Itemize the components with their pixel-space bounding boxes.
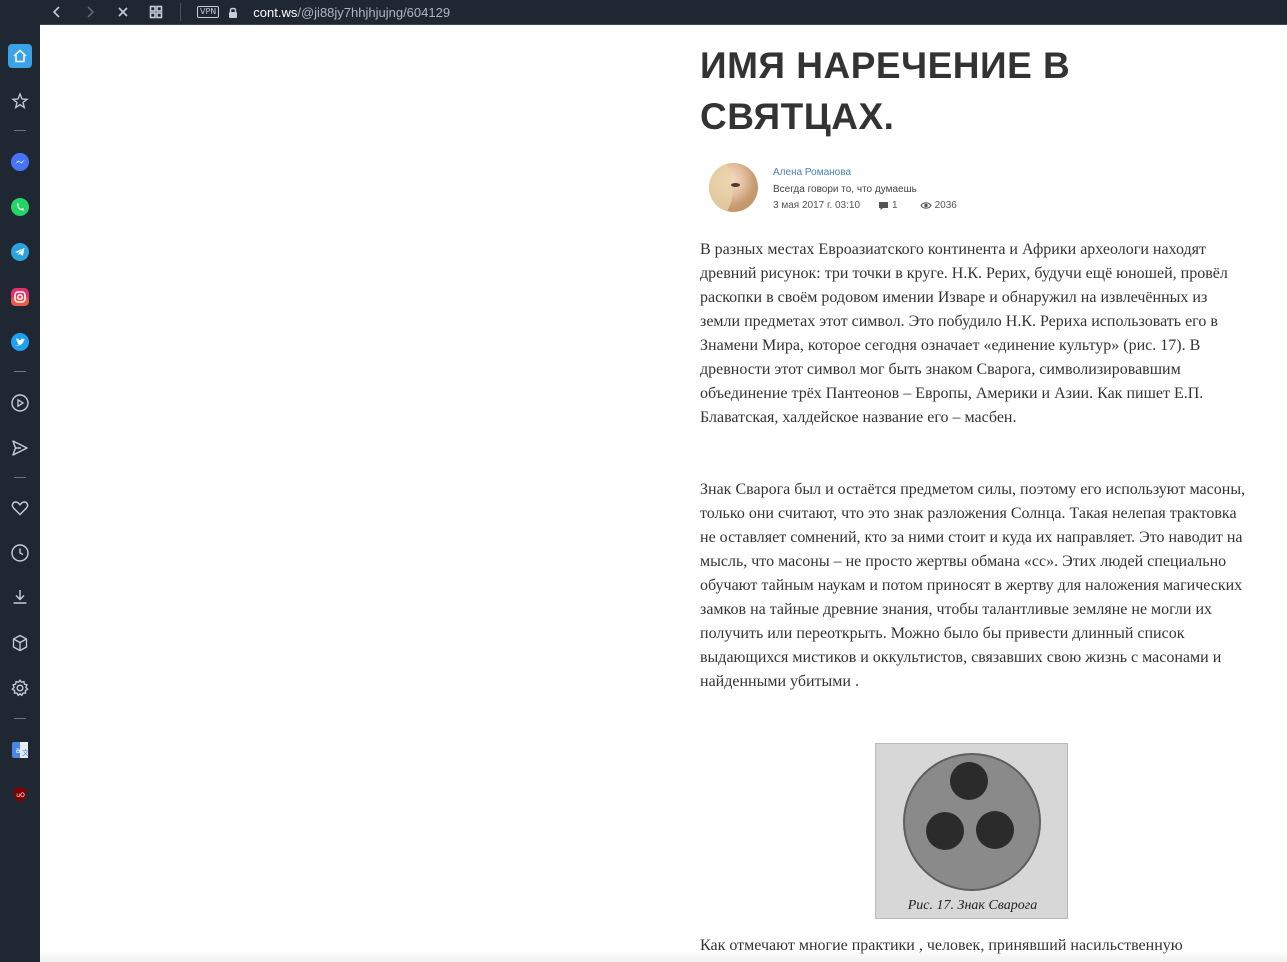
history-clock-icon[interactable] [8, 541, 32, 565]
sidebar-divider [14, 371, 26, 372]
avatar[interactable] [709, 163, 758, 212]
address-bar[interactable]: cont.ws/@ji88jy7hhjhjujng/604129 [253, 5, 450, 20]
back-button[interactable] [40, 0, 73, 25]
views-count: 2036 [919, 200, 957, 211]
article-title: ИМЯ НАРЕЧЕНИЕ В СВЯТЦАХ. [700, 45, 1071, 137]
browser-toolbar: VPN cont.ws/@ji88jy7hhjhjujng/604129 [40, 0, 1287, 25]
sidebar-divider [14, 477, 26, 478]
ublock-shield-icon[interactable]: uO [8, 783, 32, 807]
sidebar-divider [14, 718, 26, 719]
heart-icon[interactable] [8, 496, 32, 520]
author-tagline: Всегда говори то, что думаешь [773, 184, 917, 195]
comment-icon [879, 201, 889, 210]
browser-sidebar: a文 uO [0, 0, 40, 962]
three-dots-circle-image [903, 753, 1041, 891]
translate-icon[interactable]: a文 [8, 738, 32, 762]
grid-icon [149, 5, 162, 19]
bookmarks-star-icon[interactable] [8, 89, 32, 113]
author-name-link[interactable]: Алена Романова [773, 167, 851, 178]
messenger-icon[interactable] [8, 150, 32, 174]
author-block: Алена Романова Всегда говори то, что дум… [709, 163, 1109, 215]
article-paragraph: Знак Сварога был и остаётся предметом си… [700, 481, 1246, 690]
svg-text:文: 文 [22, 748, 29, 757]
url-path: /@ji88jy7hhjhjujng/604129 [297, 4, 451, 20]
sidebar-divider [14, 130, 26, 131]
close-icon [117, 7, 128, 17]
chevron-left-icon [52, 6, 60, 18]
send-icon[interactable] [8, 436, 32, 460]
twitter-icon[interactable] [8, 330, 32, 354]
url-host: cont.ws [253, 4, 298, 20]
player-icon[interactable] [8, 391, 32, 415]
comments-count-value: 1 [892, 200, 898, 211]
home-icon[interactable] [8, 44, 32, 68]
downloads-icon[interactable] [8, 585, 32, 609]
svg-text:a: a [16, 746, 21, 755]
bottom-shadow [40, 950, 1287, 962]
telegram-icon[interactable] [8, 240, 32, 264]
whatsapp-icon[interactable] [8, 195, 32, 219]
lock-icon[interactable] [227, 5, 239, 19]
article-paragraph: В разных местах Евроазиатского континент… [700, 241, 1228, 426]
figure-caption: Рис. 17. Знак Сварога [907, 898, 1038, 913]
chevron-right-icon [86, 6, 94, 18]
svg-text:uO: uO [16, 792, 25, 799]
comments-count[interactable]: 1 [878, 200, 898, 211]
vpn-badge[interactable]: VPN [197, 6, 220, 18]
forward-button[interactable] [73, 0, 106, 25]
stop-loading-button[interactable] [106, 0, 139, 25]
views-count-value: 2036 [934, 200, 957, 211]
instagram-icon[interactable] [8, 285, 32, 309]
toolbar-divider [180, 3, 181, 21]
svarog-sign-figure: Рис. 17. Знак Сварога [875, 743, 1068, 919]
article-meta: 3 мая 2017 г. 03:10 1 2036 [773, 200, 957, 211]
publish-date: 3 мая 2017 г. 03:10 [773, 200, 861, 211]
tabs-grid-button[interactable] [139, 0, 172, 25]
extensions-cube-icon[interactable] [8, 631, 32, 655]
page-content: ИМЯ НАРЕЧЕНИЕ В СВЯТЦАХ. Алена Романова … [40, 26, 1287, 962]
settings-gear-icon[interactable] [8, 676, 32, 700]
eye-icon [919, 202, 932, 209]
